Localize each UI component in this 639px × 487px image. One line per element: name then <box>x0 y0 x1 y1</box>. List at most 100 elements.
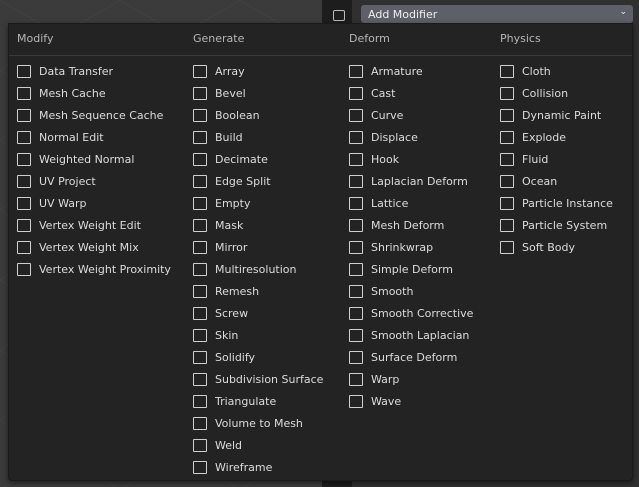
menu-item-smooth-corrective[interactable]: Smooth Corrective <box>349 302 473 324</box>
menu-item-cloth[interactable]: Cloth <box>500 60 613 82</box>
column-header-physics: Physics <box>500 32 541 45</box>
menu-item-solidify[interactable]: Solidify <box>193 346 323 368</box>
soft-body-modifier-icon <box>500 240 514 254</box>
menu-item-decimate[interactable]: Decimate <box>193 148 323 170</box>
menu-item-label: Simple Deform <box>371 262 453 276</box>
mesh-cache-modifier-icon <box>17 86 31 100</box>
menu-item-label: Subdivision Surface <box>215 372 324 386</box>
menu-item-shrinkwrap[interactable]: Shrinkwrap <box>349 236 473 258</box>
menu-item-edge-split[interactable]: Edge Split <box>193 170 323 192</box>
wave-modifier-icon <box>349 394 363 408</box>
menu-item-label: Weld <box>215 438 243 452</box>
displace-modifier-icon <box>349 130 363 144</box>
menu-item-mirror[interactable]: Mirror <box>193 236 323 258</box>
menu-item-lattice[interactable]: Lattice <box>349 192 473 214</box>
menu-item-wave[interactable]: Wave <box>349 390 473 412</box>
menu-item-screw[interactable]: Screw <box>193 302 323 324</box>
menu-item-label: Surface Deform <box>371 350 458 364</box>
menu-item-skin[interactable]: Skin <box>193 324 323 346</box>
menu-item-particle-instance[interactable]: Particle Instance <box>500 192 613 214</box>
menu-item-label: Smooth <box>371 284 414 298</box>
menu-item-multiresolution[interactable]: Multiresolution <box>193 258 323 280</box>
menu-item-vertex-weight-proximity[interactable]: Vertex Weight Proximity <box>17 258 171 280</box>
solidify-modifier-icon <box>193 350 207 364</box>
menu-item-label: Particle Instance <box>522 196 613 210</box>
menu-item-volume-to-mesh[interactable]: Volume to Mesh <box>193 412 323 434</box>
menu-item-label: Triangulate <box>215 394 277 408</box>
menu-item-triangulate[interactable]: Triangulate <box>193 390 323 412</box>
menu-item-smooth[interactable]: Smooth <box>349 280 473 302</box>
menu-item-data-transfer[interactable]: Data Transfer <box>17 60 171 82</box>
menu-item-label: Vertex Weight Mix <box>39 240 139 254</box>
menu-item-mesh-sequence-cache[interactable]: Mesh Sequence Cache <box>17 104 171 126</box>
menu-item-surface-deform[interactable]: Surface Deform <box>349 346 473 368</box>
menu-item-particle-system[interactable]: Particle System <box>500 214 613 236</box>
menu-item-dynamic-paint[interactable]: Dynamic Paint <box>500 104 613 126</box>
menu-item-mesh-deform[interactable]: Mesh Deform <box>349 214 473 236</box>
menu-item-mesh-cache[interactable]: Mesh Cache <box>17 82 171 104</box>
menu-item-armature[interactable]: Armature <box>349 60 473 82</box>
menu-item-label: Mesh Deform <box>371 218 445 232</box>
menu-item-remesh[interactable]: Remesh <box>193 280 323 302</box>
generate-column: Array Bevel Boolean Build Decimate Edge Split… <box>193 60 323 478</box>
menu-item-label: Smooth Laplacian <box>371 328 470 342</box>
collision-modifier-icon <box>500 86 514 100</box>
menu-item-laplacian-deform[interactable]: Laplacian Deform <box>349 170 473 192</box>
menu-item-weighted-normal[interactable]: Weighted Normal <box>17 148 171 170</box>
lattice-modifier-icon <box>349 196 363 210</box>
menu-item-label: Wireframe <box>215 460 273 474</box>
menu-item-hook[interactable]: Hook <box>349 148 473 170</box>
menu-item-displace[interactable]: Displace <box>349 126 473 148</box>
menu-item-label: Warp <box>371 372 400 386</box>
header-separator <box>9 55 632 56</box>
smooth-corrective-modifier-icon <box>349 306 363 320</box>
simple-deform-modifier-icon <box>349 262 363 276</box>
menu-item-uv-warp[interactable]: UV Warp <box>17 192 171 214</box>
vertex-weight-mix-modifier-icon <box>17 240 31 254</box>
uv-warp-modifier-icon <box>17 196 31 210</box>
smooth-modifier-icon <box>349 284 363 298</box>
menu-item-explode[interactable]: Explode <box>500 126 613 148</box>
menu-item-mask[interactable]: Mask <box>193 214 323 236</box>
menu-item-build[interactable]: Build <box>193 126 323 148</box>
menu-item-label: UV Project <box>39 174 96 188</box>
physics-column: Cloth Collision Dynamic Paint Explode Fluid O… <box>500 60 613 258</box>
add-modifier-button[interactable]: Add Modifier ⌄ <box>361 5 633 23</box>
menu-item-label: Curve <box>371 108 404 122</box>
add-modifier-label: Add Modifier <box>368 8 438 21</box>
mesh-sequence-cache-modifier-icon <box>17 108 31 122</box>
menu-item-warp[interactable]: Warp <box>349 368 473 390</box>
menu-item-label: Displace <box>371 130 418 144</box>
menu-item-soft-body[interactable]: Soft Body <box>500 236 613 258</box>
menu-item-boolean[interactable]: Boolean <box>193 104 323 126</box>
curve-modifier-icon <box>349 108 363 122</box>
menu-item-uv-project[interactable]: UV Project <box>17 170 171 192</box>
menu-item-fluid[interactable]: Fluid <box>500 148 613 170</box>
menu-item-label: Dynamic Paint <box>522 108 602 122</box>
menu-item-label: Mesh Cache <box>39 86 106 100</box>
menu-item-vertex-weight-mix[interactable]: Vertex Weight Mix <box>17 236 171 258</box>
menu-item-smooth-laplacian[interactable]: Smooth Laplacian <box>349 324 473 346</box>
menu-item-normal-edit[interactable]: Normal Edit <box>17 126 171 148</box>
menu-item-simple-deform[interactable]: Simple Deform <box>349 258 473 280</box>
menu-item-bevel[interactable]: Bevel <box>193 82 323 104</box>
surface-deform-modifier-icon <box>349 350 363 364</box>
menu-item-ocean[interactable]: Ocean <box>500 170 613 192</box>
menu-item-cast[interactable]: Cast <box>349 82 473 104</box>
menu-item-label: UV Warp <box>39 196 87 210</box>
menu-item-label: Lattice <box>371 196 409 210</box>
menu-item-empty[interactable]: Empty <box>193 192 323 214</box>
warp-modifier-icon <box>349 372 363 386</box>
menu-item-label: Shrinkwrap <box>371 240 434 254</box>
menu-item-weld[interactable]: Weld <box>193 434 323 456</box>
menu-item-label: Wave <box>371 394 402 408</box>
menu-item-label: Weighted Normal <box>39 152 135 166</box>
menu-item-curve[interactable]: Curve <box>349 104 473 126</box>
menu-item-label: Screw <box>215 306 249 320</box>
menu-item-subdivision-surface[interactable]: Subdivision Surface <box>193 368 323 390</box>
menu-item-collision[interactable]: Collision <box>500 82 613 104</box>
modifier-properties-tab-icon[interactable] <box>333 10 345 21</box>
menu-item-array[interactable]: Array <box>193 60 323 82</box>
menu-item-wireframe[interactable]: Wireframe <box>193 456 323 478</box>
menu-item-vertex-weight-edit[interactable]: Vertex Weight Edit <box>17 214 171 236</box>
